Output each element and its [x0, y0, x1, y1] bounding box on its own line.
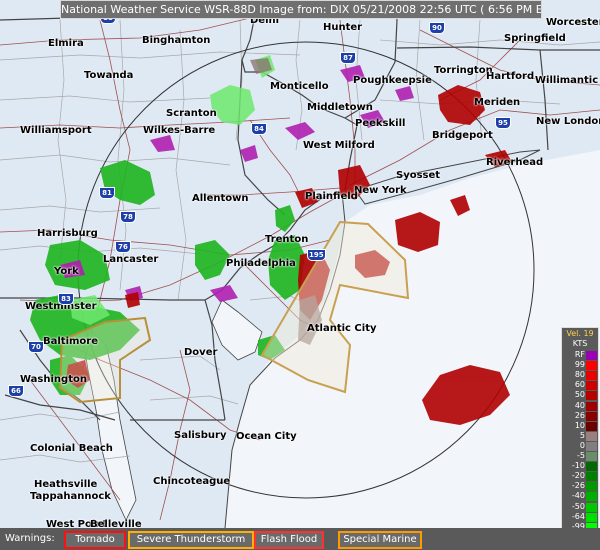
- city-label-philadelphia: Philadelphia: [226, 258, 296, 269]
- legend-bin-label: 26: [574, 410, 585, 420]
- city-label-ocean-city: Ocean City: [236, 431, 297, 442]
- legend-bin-label: 10: [574, 420, 585, 430]
- city-label-middletown: Middletown: [307, 102, 373, 113]
- warning-key-severe-thunderstorm: Severe Thunderstorm: [128, 531, 254, 549]
- city-label-hartford: Hartford: [486, 71, 535, 82]
- legend-bin-swatch: [586, 452, 597, 461]
- city-label-poughkeepsie: Poughkeepsie: [353, 75, 432, 86]
- legend-bin-swatch: [586, 371, 597, 381]
- city-label-torrington: Torrington: [434, 65, 493, 76]
- legend-bin-label: -10: [571, 461, 585, 471]
- legend-bin-label: 60: [574, 380, 585, 390]
- city-label-peekskill: Peekskill: [355, 118, 406, 129]
- city-label-springfield: Springfield: [504, 33, 566, 44]
- city-label-allentown: Allentown: [192, 193, 249, 204]
- interstate-shield-i-66: 66: [8, 385, 24, 397]
- legend-units: KTS: [572, 339, 588, 348]
- city-label-york: York: [54, 266, 79, 277]
- interstate-shield-i-76: 76: [115, 241, 131, 253]
- city-label-binghamton: Binghamton: [142, 35, 211, 46]
- legend-bin-label: 80: [574, 370, 585, 380]
- city-label-salisbury: Salisbury: [174, 430, 227, 441]
- legend-bin-label: -26: [571, 481, 585, 491]
- city-label-harrisburg: Harrisburg: [37, 228, 98, 239]
- interstate-shield-i-95: 95: [495, 117, 511, 129]
- city-label-new-york: New York: [354, 185, 407, 196]
- warnings-label: Warnings:: [5, 533, 55, 544]
- city-label-chincoteague: Chincoteague: [153, 476, 231, 487]
- legend-bin-swatch: [586, 351, 597, 360]
- city-label-heathsville: Heathsville: [34, 479, 98, 490]
- legend-bin-label: 40: [574, 400, 585, 410]
- interstate-shield-i-83: 83: [58, 293, 74, 305]
- city-label-wilkes-barre: Wilkes-Barre: [143, 125, 216, 136]
- interstate-shield-i-81: 81: [99, 187, 115, 199]
- legend-bin-swatch: [586, 381, 597, 391]
- legend-bin-swatch: [586, 401, 597, 411]
- legend-bin-swatch: [586, 411, 597, 421]
- warning-key-tornado: Tornado: [64, 531, 126, 549]
- city-label-colonial-beach: Colonial Beach: [30, 443, 113, 454]
- city-label-willimantic: Willimantic: [535, 75, 599, 86]
- legend-bin-label: 5: [579, 430, 585, 440]
- legend-bin-swatch: [586, 462, 597, 472]
- warnings-bar: Warnings: Tornado Severe Thunderstorm Flas…: [0, 528, 600, 550]
- city-label-lancaster: Lancaster: [103, 254, 159, 265]
- legend-bin-label: 50: [574, 390, 585, 400]
- city-label-new-london: New London: [536, 116, 600, 127]
- legend-bin-swatch: [586, 421, 597, 431]
- interstate-shield-i-87: 87: [340, 52, 356, 64]
- legend-bin-swatch: [586, 431, 597, 441]
- city-label-trenton: Trenton: [265, 234, 309, 245]
- city-label-west-milford: West Milford: [303, 140, 375, 151]
- legend-bin-swatch: [586, 472, 597, 482]
- city-label-syosset: Syosset: [396, 170, 441, 181]
- legend-title: Vel. 19: [566, 329, 594, 338]
- city-label-meriden: Meriden: [474, 97, 521, 108]
- legend-bin-swatch: [586, 391, 597, 401]
- interstate-shield-i-84: 84: [251, 123, 267, 135]
- warning-key-flash-flood: Flash Flood: [254, 531, 324, 549]
- city-label-williamsport: Williamsport: [20, 125, 92, 136]
- legend-bin-label: 0: [579, 440, 585, 450]
- delaware-bay: [211, 299, 263, 361]
- interstate-shield-i-195: 195: [307, 249, 326, 261]
- city-label-washington: Washington: [20, 374, 87, 385]
- legend-bin-label: RF: [574, 350, 585, 359]
- city-label-towanda: Towanda: [84, 70, 134, 81]
- city-label-bridgeport: Bridgeport: [432, 130, 493, 141]
- city-label-elmira: Elmira: [48, 38, 84, 49]
- legend-bin-swatch: [586, 482, 597, 492]
- city-label-plainfield: Plainfield: [305, 191, 358, 202]
- legend-bin-label: 99: [574, 360, 585, 370]
- legend-bin-label: -64: [571, 511, 585, 521]
- city-label-baltimore: Baltimore: [43, 336, 99, 347]
- interstate-shield-i-90: 90: [429, 22, 445, 34]
- city-label-riverhead: Riverhead: [486, 157, 544, 168]
- velocity-legend: Vel. 19 KTS RF 99 80 60 50 40 26 10 5 0 -5 -10 -20 -2…: [561, 327, 599, 542]
- city-label-atlantic-city: Atlantic City: [307, 323, 377, 334]
- interstate-shield-i-78: 78: [120, 211, 136, 223]
- city-label-worcester: Worcester: [546, 17, 600, 28]
- legend-bin-swatch: [586, 492, 597, 502]
- legend-bin-swatch: [586, 361, 597, 371]
- city-label-monticello: Monticello: [270, 81, 329, 92]
- legend-bin-swatch: [586, 502, 597, 512]
- legend-bin-swatch: [586, 441, 597, 451]
- city-label-scranton: Scranton: [166, 108, 217, 119]
- city-label-dover: Dover: [184, 347, 218, 358]
- legend-bin-label: -50: [571, 501, 585, 511]
- radar-viewer: Elmira Binghamton Delhi Hunter Worcester Spri…: [0, 0, 600, 550]
- image-title-bar: National Weather Service WSR-88D Image f…: [60, 0, 542, 19]
- legend-bin-swatch: [586, 512, 597, 522]
- city-label-hunter: Hunter: [323, 22, 363, 33]
- city-label-tappahannock: Tappahannock: [30, 491, 111, 502]
- legend-bin-label: -5: [577, 451, 585, 460]
- warning-key-special-marine: Special Marine: [338, 531, 422, 549]
- legend-bin-label: -20: [571, 471, 585, 481]
- legend-bin-label: -40: [571, 491, 585, 501]
- interstate-shield-i-70: 70: [28, 341, 44, 353]
